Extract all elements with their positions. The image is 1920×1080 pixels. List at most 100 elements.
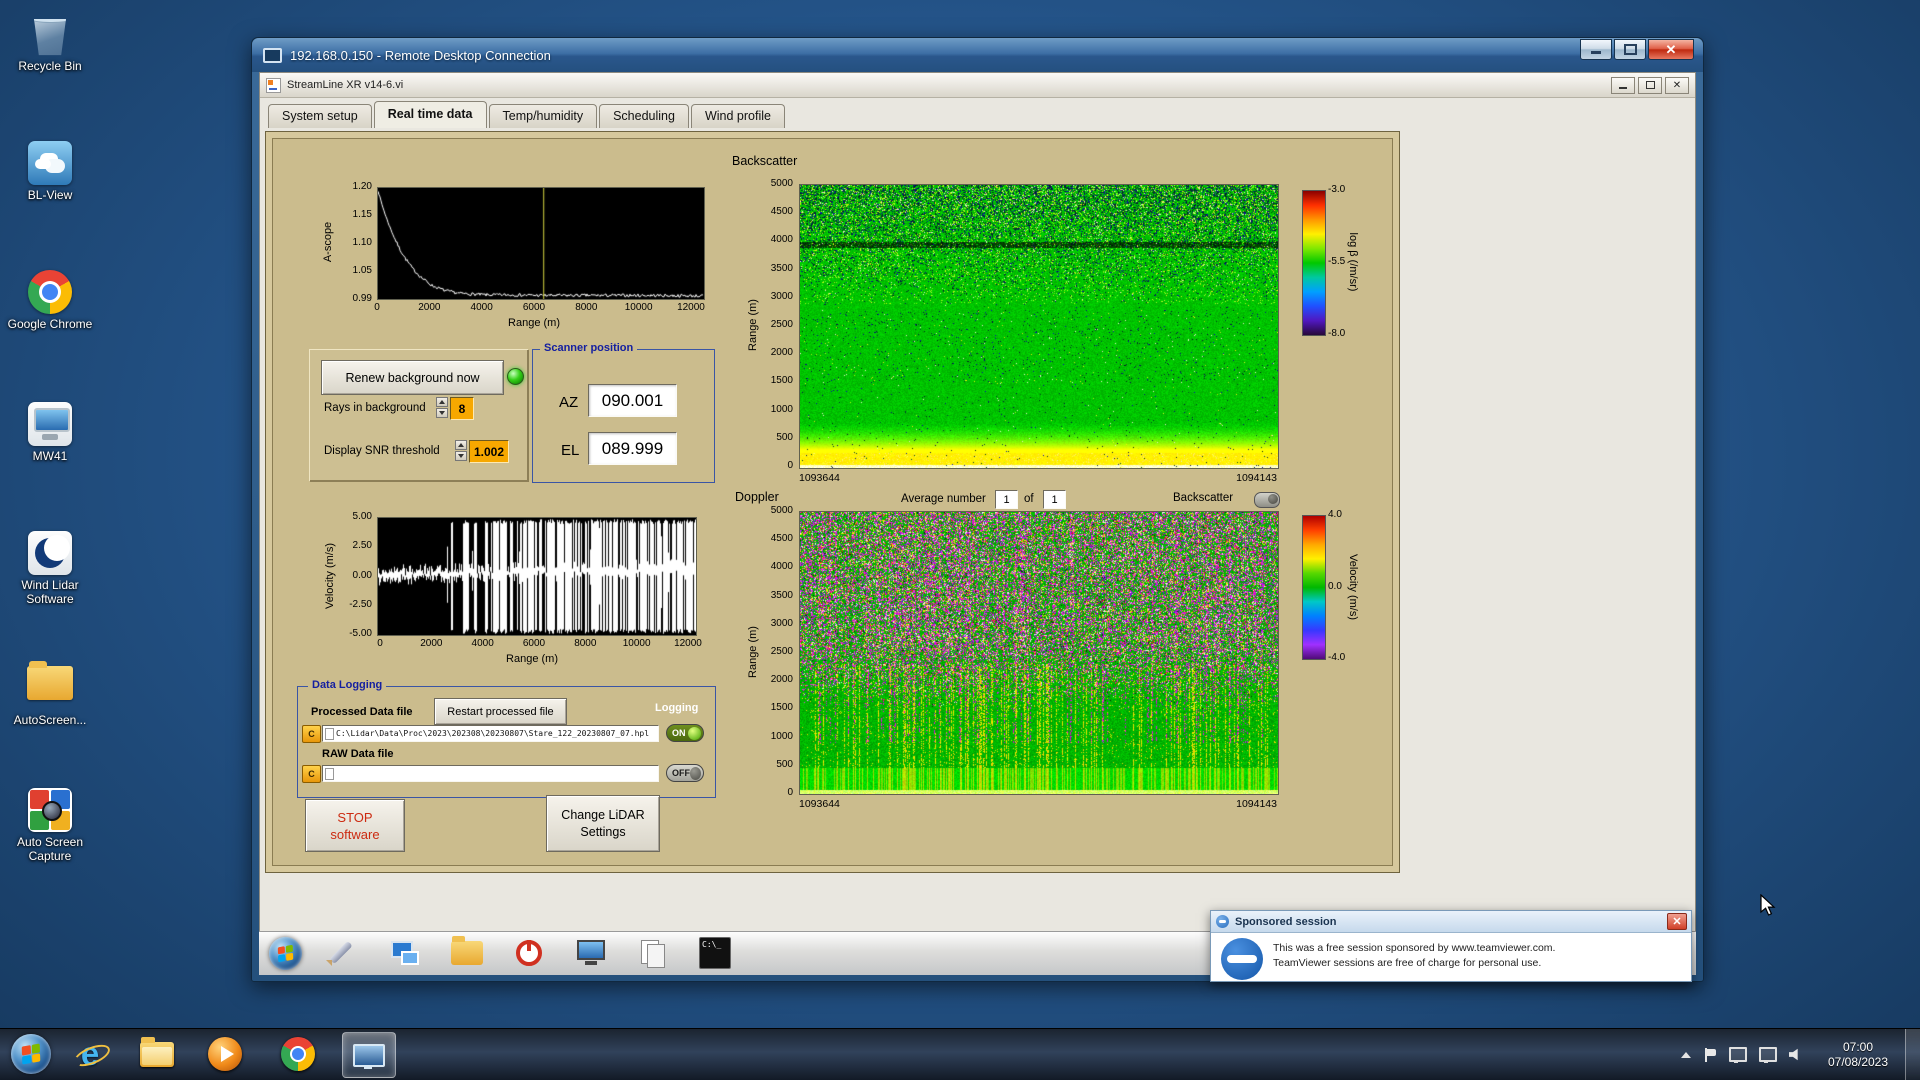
axis-tick-label: 1.20 [352, 181, 372, 192]
drive-icon[interactable]: C [302, 725, 321, 743]
snr-threshold-label: Display SNR threshold [324, 445, 440, 457]
tab-temp-humidity[interactable]: Temp/humidity [488, 104, 598, 128]
axis-tick-label: 5000 [770, 505, 793, 516]
axis-tick-label: -3.0 [1328, 184, 1346, 195]
renew-background-button[interactable]: Renew background now [321, 360, 504, 395]
taskbar-explorer-icon[interactable] [137, 1034, 177, 1074]
taskbar-rdp-window-button[interactable] [342, 1032, 396, 1078]
start-button[interactable] [11, 1034, 51, 1074]
quick-launch-command-prompt-icon[interactable]: C:\_ [699, 937, 731, 969]
windows-flag-icon [21, 1043, 41, 1065]
raw-file-path-field[interactable] [322, 765, 659, 782]
raw-logging-toggle[interactable]: OFF [666, 764, 704, 782]
processed-logging-toggle[interactable]: ON [666, 724, 704, 742]
increment-button[interactable] [455, 440, 467, 450]
az-value: 090.001 [588, 384, 677, 417]
backscatter-display-toggle[interactable] [1254, 492, 1280, 508]
tab-real-time-data[interactable]: Real time data [373, 101, 487, 128]
desktop-icon-recycle-bin[interactable]: Recycle Bin [2, 12, 98, 73]
change-lidar-settings-button[interactable]: Change LiDAR Settings [546, 795, 660, 852]
x-end-label: 1094143 [1236, 472, 1277, 484]
quick-launch-network-icon[interactable] [389, 937, 421, 969]
desktop-icon-label: Wind Lidar Software [21, 578, 79, 606]
desktop-icon-wind-lidar[interactable]: Wind Lidar Software [2, 531, 98, 606]
show-hidden-icons-chevron[interactable] [1681, 1051, 1691, 1058]
quick-launch-power-icon[interactable] [516, 940, 542, 966]
taskbar-chrome-icon[interactable] [278, 1034, 318, 1074]
of-label: of [1024, 493, 1034, 505]
rdp-close-button[interactable]: ✕ [1648, 39, 1694, 60]
desktop-icon-auto-screen-capture[interactable]: Auto Screen Capture [2, 788, 98, 863]
increment-button[interactable] [436, 397, 448, 407]
quick-launch-folder-icon[interactable] [451, 936, 483, 965]
snr-threshold-value[interactable]: 1.002 [469, 440, 509, 463]
quick-launch-monitor-icon[interactable] [575, 937, 607, 969]
axis-tick-label: 2.50 [352, 540, 372, 552]
velocity-y-ticks: 5.00 2.50 0.00 -2.50 -5.00 [323, 512, 372, 639]
taskbar-clock[interactable]: 07:00 07/08/2023 [1815, 1040, 1901, 1070]
el-value: 089.999 [588, 432, 677, 465]
mw41-icon [28, 402, 72, 446]
app-minimize-button[interactable] [1611, 76, 1635, 94]
rays-in-background-value[interactable]: 8 [450, 397, 474, 420]
display-tray-icon[interactable] [1729, 1047, 1747, 1063]
tab-scheduling[interactable]: Scheduling [599, 104, 689, 128]
desktop-icon-autoscreen-folder[interactable]: AutoScreen... [2, 660, 98, 727]
remote-start-button[interactable] [269, 937, 302, 970]
snr-spinner [455, 440, 467, 461]
backscatter-x-labels: 1093644 1094143 [799, 472, 1277, 484]
desktop: Recycle Bin BL-View Google Chrome MW41 W… [0, 0, 1920, 1080]
axis-tick-label: -5.00 [349, 628, 372, 639]
chrome-icon [28, 270, 72, 314]
teamviewer-logo [1221, 938, 1263, 980]
quick-launch-files-icon[interactable] [637, 937, 669, 969]
scanner-position-title: Scanner position [540, 342, 638, 354]
decrement-button[interactable] [455, 451, 467, 461]
restart-processed-file-button[interactable]: Restart processed file [434, 698, 567, 725]
app-maximize-button[interactable] [1638, 76, 1662, 94]
show-desktop-button[interactable] [1905, 1029, 1920, 1080]
rdp-maximize-button[interactable] [1614, 39, 1646, 60]
a-scope-x-ticks: 0 2000 4000 6000 8000 10000 12000 [374, 302, 705, 313]
taskbar-internet-explorer-icon[interactable]: e [70, 1034, 110, 1074]
stop-software-button[interactable]: STOP software [305, 799, 405, 852]
axis-tick-label: 0 [787, 459, 793, 471]
rdp-minimize-button[interactable] [1580, 39, 1612, 60]
teamviewer-popup-titlebar[interactable]: Sponsored session ✕ [1211, 911, 1691, 933]
desktop-icon-google-chrome[interactable]: Google Chrome [2, 270, 98, 331]
rdp-client-area: StreamLine XR v14-6.vi ✕ System setup Re… [259, 72, 1696, 975]
a-scope-y-ticks: 1.20 1.15 1.10 1.05 0.99 [326, 182, 372, 304]
folder-icon [27, 661, 73, 700]
scanner-position-group: Scanner position AZ 090.001 EL 089.999 [532, 342, 715, 483]
wind-lidar-icon [28, 531, 72, 575]
toggle-state-label: ON [672, 728, 686, 738]
axis-tick-label: 0.0 [1328, 580, 1342, 592]
action-center-flag-icon[interactable] [1705, 1047, 1716, 1062]
rdp-titlebar[interactable]: 192.168.0.150 - Remote Desktop Connectio… [252, 38, 1703, 72]
average-number-value[interactable]: 1 [995, 490, 1018, 509]
backscatter-colorbar-label: log β (/m/sr) [1347, 232, 1359, 292]
doppler-x-labels: 1093644 1094143 [799, 798, 1277, 810]
volume-tray-icon[interactable] [1789, 1048, 1798, 1061]
drive-icon[interactable]: C [302, 765, 321, 783]
axis-tick-label: 1000 [770, 403, 793, 415]
taskbar-media-player-icon[interactable] [205, 1034, 245, 1074]
desktop-icon-label: Recycle Bin [18, 59, 82, 73]
axis-tick-label: 0 [787, 786, 793, 798]
tab-wind-profile[interactable]: Wind profile [690, 104, 785, 128]
axis-tick-label: 2000 [770, 674, 793, 686]
tab-system-setup[interactable]: System setup [268, 104, 372, 128]
teamviewer-close-button[interactable]: ✕ [1667, 913, 1687, 930]
decrement-button[interactable] [436, 408, 448, 418]
quick-launch-pen-icon[interactable] [325, 937, 357, 969]
app-titlebar[interactable]: StreamLine XR v14-6.vi ✕ [260, 73, 1695, 98]
data-logging-group: Data Logging Processed Data file Restart… [297, 679, 716, 798]
average-total-value[interactable]: 1 [1043, 490, 1066, 509]
processed-file-path-field[interactable]: C:\Lidar\Data\Proc\2023\202308\20230807\… [322, 725, 659, 742]
desktop-icon-bl-view[interactable]: BL-View [2, 141, 98, 202]
app-close-button[interactable]: ✕ [1665, 76, 1689, 94]
network-tray-icon[interactable] [1759, 1047, 1777, 1063]
desktop-icon-mw41[interactable]: MW41 [2, 402, 98, 463]
teamviewer-message-line1: This was a free session sponsored by www… [1273, 942, 1556, 954]
x-end-label: 1094143 [1236, 798, 1277, 810]
